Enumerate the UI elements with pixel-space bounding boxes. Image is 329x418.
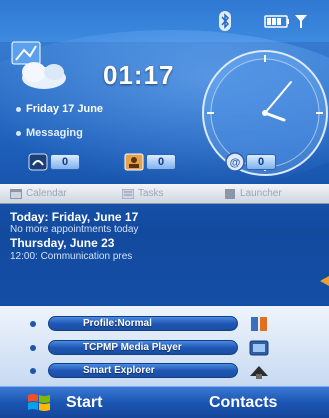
explorer-icon [250,365,268,379]
calendar-today-heading[interactable]: Today: Friday, June 17 [10,210,138,224]
tab-launcher-label: Launcher [240,188,282,199]
bullet-icon [16,130,21,136]
bluetooth-icon[interactable] [216,10,234,32]
weather-icon[interactable] [10,38,76,96]
sms-counter[interactable]: 0 [122,151,176,173]
contacts-label: Contacts [209,394,278,411]
messaging-label: Messaging [26,127,83,139]
sms-icon [124,153,144,171]
bullet-icon [30,320,36,327]
launcher-item-label: Profile:Normal [48,316,238,331]
missed-calls-counter[interactable]: 0 [26,151,80,173]
contacts-button[interactable]: Contacts [209,387,277,418]
bullet-icon [30,367,36,374]
clock-time[interactable]: 01:17 [103,60,175,91]
messaging-item[interactable]: Messaging [16,127,83,139]
profile-icon [251,316,267,331]
tab-calendar-label: Calendar [26,188,67,199]
missed-calls-icon [28,153,48,171]
start-button[interactable]: Start [26,387,102,418]
start-label: Start [66,394,103,411]
launcher-item-media-player[interactable]: TCPMP Media Player [30,339,270,356]
battery-signal-icon[interactable] [262,10,312,32]
email-icon: @ [225,152,245,172]
sms-count: 0 [146,154,176,170]
date-label: Friday 17 June [26,103,104,115]
launcher-item-explorer[interactable]: Smart Explorer [30,362,270,379]
tab-calendar[interactable]: Calendar [0,184,112,204]
calendar-icon [10,188,22,199]
softkey-bar: Start Contacts [0,386,329,418]
email-counter[interactable]: @ 0 [222,151,276,173]
missed-calls-count: 0 [50,154,80,170]
email-count: 0 [246,154,276,170]
today-screen: 01:17 Friday 17 June Messaging 0 0 @ 0 C… [0,0,329,418]
bullet-icon [16,106,21,112]
bullet-icon [30,344,36,351]
date-item[interactable]: Friday 17 June [16,103,103,115]
calendar-no-appointments: No more appointments today [10,224,139,235]
tab-tasks[interactable]: Tasks [112,184,214,204]
media-player-icon [249,340,269,355]
launcher-item-profile[interactable]: Profile:Normal [30,315,270,332]
tab-launcher[interactable]: Launcher [214,184,329,204]
tasks-icon [122,188,134,199]
calendar-upcoming-date[interactable]: Thursday, June 23 [10,236,114,250]
launcher-icon [225,188,235,199]
tab-tasks-label: Tasks [138,188,164,199]
launcher-item-label: Smart Explorer [48,363,238,378]
launcher-item-label: TCPMP Media Player [48,340,238,355]
windows-flag-icon [28,394,50,411]
calendar-appointment[interactable]: 12:00: Communication pres [10,251,132,262]
scroll-arrow-icon[interactable] [320,276,329,286]
svg-text:@: @ [230,157,241,169]
plugin-tab-bar: Calendar Tasks Launcher [0,184,329,204]
